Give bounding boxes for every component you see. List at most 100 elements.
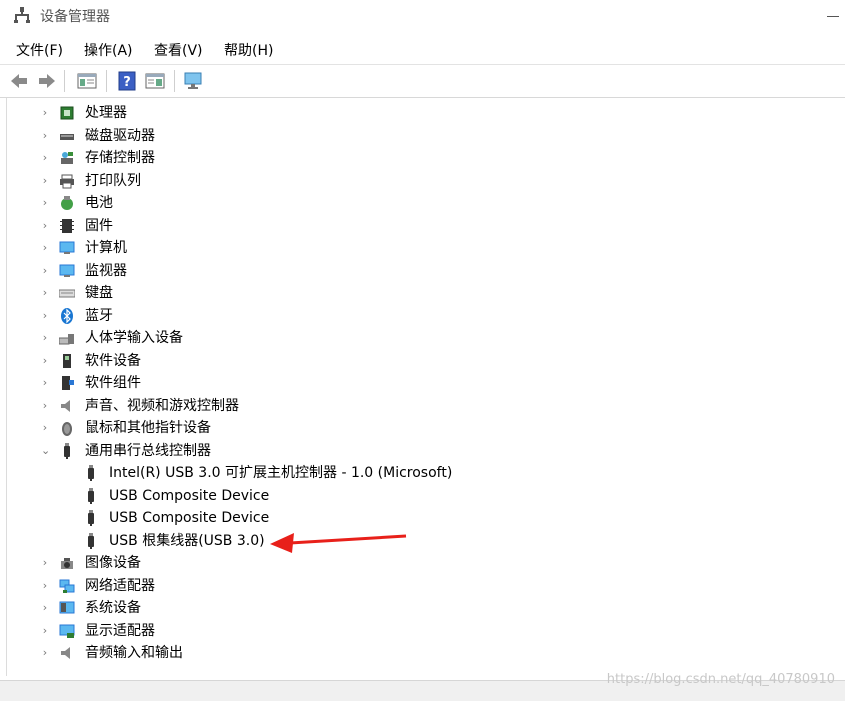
tree-item-label: 软件设备 [85,352,141,369]
category-item[interactable]: ⌄ 通用串行总线控制器 [7,440,827,462]
cpu-icon [60,106,74,120]
device-tree: › 处理器 › 磁盘驱动器 › 存储控制器 › 打印队列 › 电池 › 固件 › 计算机 › 监视器 › 键盘 › 蓝… [6,98,845,676]
category-item[interactable]: › 监视器 [7,260,827,282]
menu-action[interactable]: 操作(A) [84,40,133,60]
expand-chevron-icon[interactable]: › [41,350,49,372]
tree-item-label: 磁盘驱动器 [85,127,155,144]
toolbar-separator [64,70,65,92]
category-item[interactable]: › 软件组件 [7,372,827,394]
monitor-icon [59,264,75,277]
expand-chevron-icon[interactable]: › [41,102,49,124]
printer-icon [60,174,74,188]
collapse-chevron-icon[interactable]: ⌄ [41,440,50,462]
category-item[interactable]: › 显示适配器 [7,620,827,642]
tree-item-label: 监视器 [85,262,127,279]
help-icon[interactable]: ? [116,70,138,92]
tree-item-label: 声音、视频和游戏控制器 [85,397,239,414]
show-hide-console-tree-icon[interactable] [144,70,166,92]
expand-chevron-icon[interactable]: › [41,575,49,597]
expand-chevron-icon[interactable]: › [41,372,49,394]
tree-item-label: USB Composite Device [109,487,270,504]
category-item[interactable]: › 图像设备 [7,552,827,574]
keyboard-icon [59,289,75,298]
tree-item-label: 网络适配器 [85,577,155,594]
expand-chevron-icon[interactable]: › [41,597,49,619]
tree-item-label: USB 根集线器(USB 3.0) [109,532,265,549]
window-title: 设备管理器 [40,9,110,25]
tree-item-label: 图像设备 [85,555,141,571]
tree-item-label: Intel(R) USB 3.0 可扩展主机控制器 - 1.0 (Microso… [109,465,453,481]
usb-icon [88,465,94,481]
category-item[interactable]: › 系统设备 [7,597,827,619]
software-device-icon [63,353,71,368]
expand-chevron-icon[interactable]: › [41,125,49,147]
camera-icon [61,558,73,569]
tree-item-label: 蓝牙 [85,307,113,324]
annotation-arrow [270,533,407,553]
tree-item-label: 人体学输入设备 [85,330,183,346]
watermark: https://blog.csdn.net/qq_40780910 [606,672,835,687]
tree-item-label: 软件组件 [85,375,141,391]
menu-view[interactable]: 查看(V) [154,40,203,60]
display-adapter-icon [59,624,75,638]
device-item[interactable]: USB Composite Device [7,485,827,507]
device-manager-app-icon [14,7,30,23]
tree-item-label: 存储控制器 [85,150,155,166]
storage-controller-icon [61,152,73,164]
menu-bar: 文件(F) 操作(A) 查看(V) 帮助(H) [0,36,845,62]
expand-chevron-icon[interactable]: › [41,147,49,169]
minimize-button[interactable] [827,16,839,17]
expand-chevron-icon[interactable]: › [41,192,49,214]
category-item[interactable]: › 存储控制器 [7,147,827,169]
forward-icon[interactable] [36,70,58,92]
mouse-icon [62,422,72,436]
category-item[interactable]: › 电池 [7,192,827,214]
category-item[interactable]: › 磁盘驱动器 [7,125,827,147]
usb-icon [64,442,70,459]
software-component-icon [62,376,74,390]
category-item[interactable]: › 计算机 [7,237,827,259]
category-item[interactable]: › 人体学输入设备 [7,327,827,349]
network-adapter-icon [59,579,75,593]
category-item[interactable]: › 键盘 [7,282,827,304]
category-item[interactable]: › 鼠标和其他指针设备 [7,417,827,439]
expand-chevron-icon[interactable]: › [41,327,49,349]
menu-file[interactable]: 文件(F) [16,40,63,60]
device-item[interactable]: USB Composite Device [7,507,827,529]
expand-chevron-icon[interactable]: › [41,170,49,192]
expand-chevron-icon[interactable]: › [41,552,49,574]
tree-item-label: 键盘 [85,285,113,301]
bluetooth-icon [61,307,73,324]
tree-item-label: 处理器 [85,105,127,121]
expand-chevron-icon[interactable]: › [41,215,49,237]
tree-item-label: 通用串行总线控制器 [85,442,211,459]
category-item[interactable]: › 软件设备 [7,350,827,372]
category-item[interactable]: › 蓝牙 [7,305,827,327]
expand-chevron-icon[interactable]: › [41,417,49,439]
category-item[interactable]: › 打印队列 [7,170,827,192]
battery-icon [61,196,73,210]
expand-chevron-icon[interactable]: › [41,395,49,417]
expand-chevron-icon[interactable]: › [41,305,49,327]
category-item[interactable]: › 处理器 [7,102,827,124]
audio-io-icon [61,647,70,659]
expand-chevron-icon[interactable]: › [41,642,49,664]
category-item[interactable]: › 声音、视频和游戏控制器 [7,395,827,417]
properties-icon[interactable] [76,70,98,92]
expand-chevron-icon[interactable]: › [41,237,49,259]
device-item[interactable]: Intel(R) USB 3.0 可扩展主机控制器 - 1.0 (Microso… [7,462,827,484]
category-item[interactable]: › 网络适配器 [7,575,827,597]
device-item[interactable]: USB 根集线器(USB 3.0) [7,530,827,552]
expand-chevron-icon[interactable]: › [41,260,49,282]
expand-chevron-icon[interactable]: › [41,282,49,304]
toolbar-separator [174,70,175,92]
monitor-icon[interactable] [182,70,204,92]
menu-help[interactable]: 帮助(H) [224,40,273,60]
tree-item-label: 音频输入和输出 [85,645,183,661]
expand-chevron-icon[interactable]: › [41,620,49,642]
back-icon[interactable] [8,70,30,92]
toolbar: ? [0,64,845,98]
category-item[interactable]: › 固件 [7,215,827,237]
category-item[interactable]: › 音频输入和输出 [7,642,827,664]
speaker-icon [61,399,70,412]
